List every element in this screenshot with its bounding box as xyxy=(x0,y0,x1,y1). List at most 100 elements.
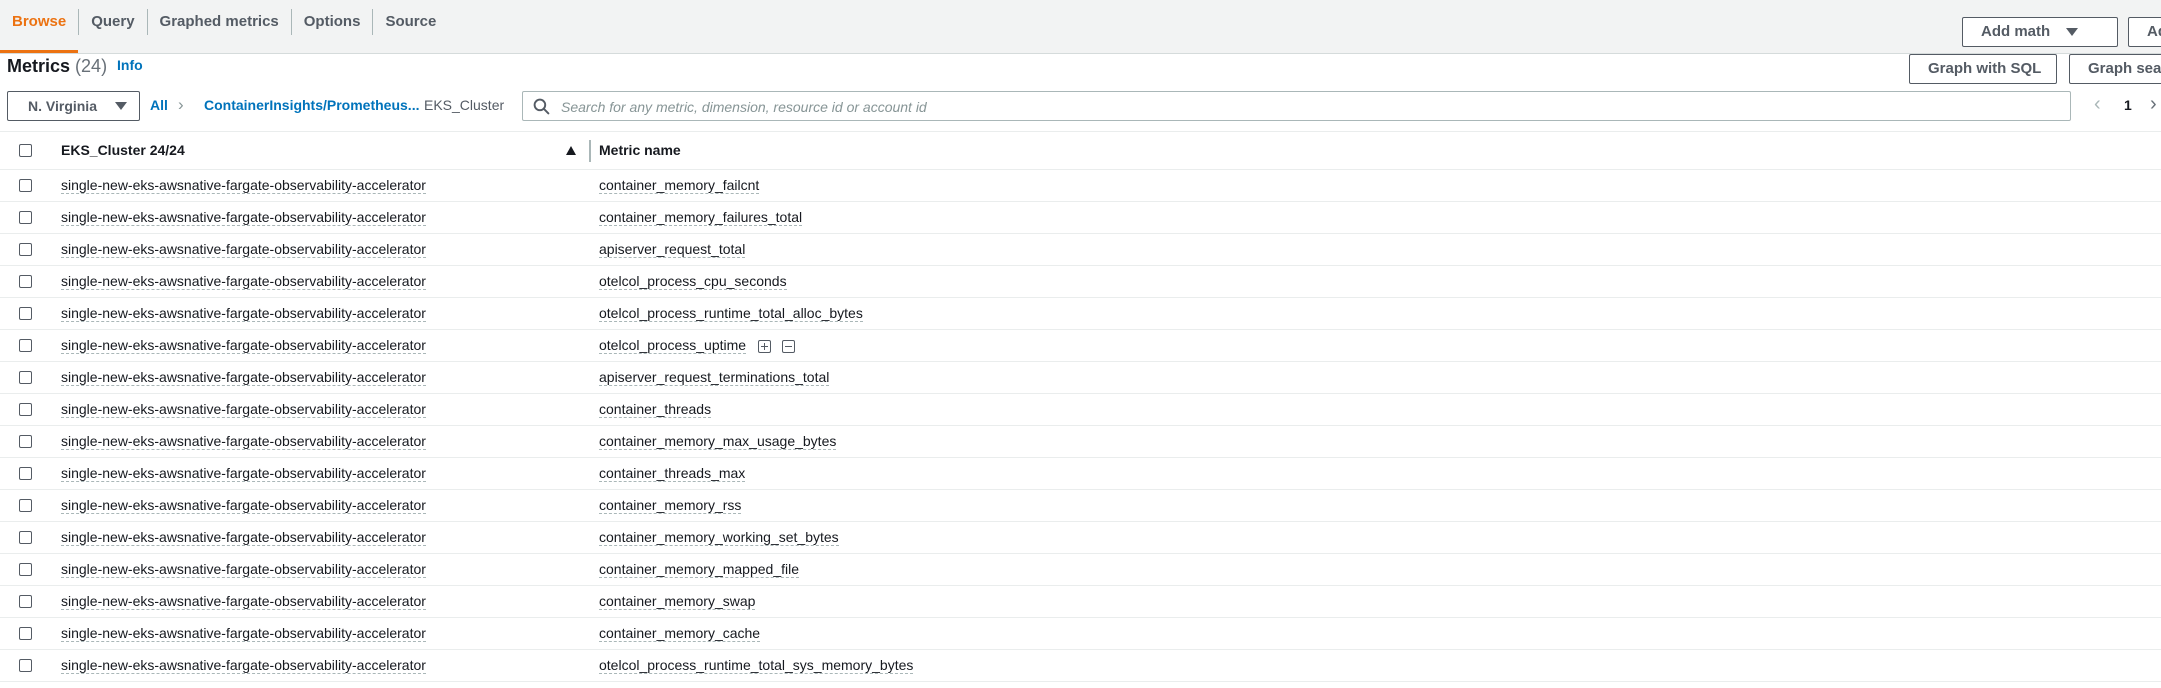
row-checkbox[interactable] xyxy=(19,499,32,512)
row-checkbox[interactable] xyxy=(19,659,32,672)
page-title-text: Metrics xyxy=(7,56,71,76)
table-row[interactable]: single-new-eks-awsnative-fargate-observa… xyxy=(0,618,2161,650)
cluster-name-cell[interactable]: single-new-eks-awsnative-fargate-observa… xyxy=(61,306,426,322)
tab-graphed-metrics[interactable]: Graphed metrics xyxy=(148,0,291,53)
table-row[interactable]: single-new-eks-awsnative-fargate-observa… xyxy=(0,234,2161,266)
table-row[interactable]: single-new-eks-awsnative-fargate-observa… xyxy=(0,490,2161,522)
table-row[interactable]: single-new-eks-awsnative-fargate-observa… xyxy=(0,170,2161,202)
row-checkbox[interactable] xyxy=(19,371,32,384)
table-row[interactable]: single-new-eks-awsnative-fargate-observa… xyxy=(0,362,2161,394)
table-row[interactable]: single-new-eks-awsnative-fargate-observa… xyxy=(0,266,2161,298)
graph-with-sql-button[interactable]: Graph with SQL xyxy=(1909,54,2057,84)
metric-name-cell[interactable]: otelcol_process_runtime_total_alloc_byte… xyxy=(599,306,863,322)
table-row[interactable]: single-new-eks-awsnative-fargate-observa… xyxy=(0,458,2161,490)
search-icon xyxy=(533,98,550,115)
cluster-name-cell[interactable]: single-new-eks-awsnative-fargate-observa… xyxy=(61,242,426,258)
table-row[interactable]: single-new-eks-awsnative-fargate-observa… xyxy=(0,554,2161,586)
metric-name-cell[interactable]: container_memory_failures_total xyxy=(599,210,803,226)
metric-name-cell[interactable]: container_memory_max_usage_bytes xyxy=(599,434,837,450)
cluster-name-cell[interactable]: single-new-eks-awsnative-fargate-observa… xyxy=(61,178,426,194)
table-row[interactable]: single-new-eks-awsnative-fargate-observa… xyxy=(0,298,2161,330)
region-select-value: N. Virginia xyxy=(28,98,97,114)
chevron-right-icon: › xyxy=(178,95,184,114)
tab-query[interactable]: Query xyxy=(79,0,146,53)
cluster-name-cell[interactable]: single-new-eks-awsnative-fargate-observa… xyxy=(61,274,426,290)
row-checkbox[interactable] xyxy=(19,275,32,288)
table-row[interactable]: single-new-eks-awsnative-fargate-observa… xyxy=(0,394,2161,426)
pagination-page-number[interactable]: 1 xyxy=(2124,97,2132,113)
cluster-name-cell[interactable]: single-new-eks-awsnative-fargate-observa… xyxy=(61,338,426,354)
breadcrumb-all[interactable]: All xyxy=(150,97,168,113)
cluster-name-cell[interactable]: single-new-eks-awsnative-fargate-observa… xyxy=(61,210,426,226)
cluster-name-cell[interactable]: single-new-eks-awsnative-fargate-observa… xyxy=(61,498,426,514)
row-checkbox[interactable] xyxy=(19,179,32,192)
cluster-name-cell[interactable]: single-new-eks-awsnative-fargate-observa… xyxy=(61,434,426,450)
info-link[interactable]: Info xyxy=(117,57,143,73)
row-checkbox[interactable] xyxy=(19,403,32,416)
page-title: Metrics (24) xyxy=(7,53,107,79)
table-row[interactable]: single-new-eks-awsnative-fargate-observa… xyxy=(0,586,2161,618)
pagination-next-icon[interactable]: › xyxy=(2150,93,2157,116)
metrics-table: EKS_Cluster 24/24 Metric name single-new… xyxy=(0,131,2161,682)
metric-name-cell[interactable]: container_threads xyxy=(599,402,712,418)
cluster-name-cell[interactable]: single-new-eks-awsnative-fargate-observa… xyxy=(61,594,426,610)
table-row[interactable]: single-new-eks-awsnative-fargate-observa… xyxy=(0,426,2161,458)
row-checkbox[interactable] xyxy=(19,307,32,320)
metric-name-cell[interactable]: container_memory_cache xyxy=(599,626,761,642)
row-checkbox[interactable] xyxy=(19,531,32,544)
graph-search-button[interactable]: Graph sear xyxy=(2069,54,2161,84)
row-checkbox[interactable] xyxy=(19,339,32,352)
cluster-name-cell[interactable]: single-new-eks-awsnative-fargate-observa… xyxy=(61,562,426,578)
table-row[interactable]: single-new-eks-awsnative-fargate-observa… xyxy=(0,650,2161,682)
column-header-metric-name[interactable]: Metric name xyxy=(599,132,681,169)
add-to-search-icon[interactable] xyxy=(758,340,771,353)
cluster-name-cell[interactable]: single-new-eks-awsnative-fargate-observa… xyxy=(61,466,426,482)
search-input[interactable] xyxy=(559,92,2063,122)
remove-from-search-icon[interactable] xyxy=(782,340,795,353)
sort-ascending-icon[interactable] xyxy=(566,146,576,155)
column-header-cluster[interactable]: EKS_Cluster 24/24 xyxy=(61,132,185,169)
cluster-name-cell[interactable]: single-new-eks-awsnative-fargate-observa… xyxy=(61,370,426,386)
select-all-checkbox[interactable] xyxy=(19,144,32,157)
breadcrumb-dimension: EKS_Cluster xyxy=(424,97,505,113)
region-select[interactable]: N. Virginia xyxy=(7,91,140,121)
tab-options[interactable]: Options xyxy=(292,0,373,53)
row-checkbox[interactable] xyxy=(19,563,32,576)
caret-down-icon xyxy=(2066,28,2079,37)
table-row[interactable]: single-new-eks-awsnative-fargate-observa… xyxy=(0,522,2161,554)
row-checkbox[interactable] xyxy=(19,243,32,256)
row-checkbox[interactable] xyxy=(19,467,32,480)
add-query-button[interactable]: Add q xyxy=(2128,17,2161,47)
metric-name-cell[interactable]: container_memory_working_set_bytes xyxy=(599,530,839,546)
cluster-name-cell[interactable]: single-new-eks-awsnative-fargate-observa… xyxy=(61,530,426,546)
metric-name-cell[interactable]: otelcol_process_runtime_total_sys_memory… xyxy=(599,658,914,674)
metric-name-cell[interactable]: container_memory_mapped_file xyxy=(599,562,799,578)
cluster-name-cell[interactable]: single-new-eks-awsnative-fargate-observa… xyxy=(61,658,426,674)
metric-name-cell[interactable]: apiserver_request_total xyxy=(599,242,746,258)
metric-name-cell[interactable]: otelcol_process_cpu_seconds xyxy=(599,274,787,290)
table-row[interactable]: single-new-eks-awsnative-fargate-observa… xyxy=(0,202,2161,234)
search-box xyxy=(522,91,2071,122)
metric-name-cell[interactable]: container_memory_failcnt xyxy=(599,178,760,194)
metric-name-cell[interactable]: container_memory_rss xyxy=(599,498,742,514)
breadcrumb-namespace[interactable]: ContainerInsights/Prometheus... xyxy=(204,97,419,113)
add-math-button[interactable]: Add math xyxy=(1962,17,2118,47)
row-checkbox[interactable] xyxy=(19,435,32,448)
metrics-count: (24) xyxy=(75,56,108,76)
tab-browse[interactable]: Browse xyxy=(0,0,79,53)
row-checkbox[interactable] xyxy=(19,595,32,608)
row-checkbox[interactable] xyxy=(19,211,32,224)
metric-name-cell[interactable]: apiserver_request_terminations_total xyxy=(599,370,830,386)
column-resizer[interactable] xyxy=(589,140,591,162)
table-body: single-new-eks-awsnative-fargate-observa… xyxy=(0,170,2161,682)
row-checkbox[interactable] xyxy=(19,627,32,640)
tab-source[interactable]: Source xyxy=(373,0,448,53)
cluster-name-cell[interactable]: single-new-eks-awsnative-fargate-observa… xyxy=(61,402,426,418)
tab-bar: Browse Query Graphed metrics Options Sou… xyxy=(0,0,2161,54)
metric-name-cell[interactable]: container_threads_max xyxy=(599,466,746,482)
table-row[interactable]: single-new-eks-awsnative-fargate-observa… xyxy=(0,330,2161,362)
pagination-prev-icon[interactable]: ‹ xyxy=(2094,93,2101,116)
metric-name-cell[interactable]: container_memory_swap xyxy=(599,594,756,610)
cluster-name-cell[interactable]: single-new-eks-awsnative-fargate-observa… xyxy=(61,626,426,642)
metric-name-cell[interactable]: otelcol_process_uptime xyxy=(599,338,747,354)
